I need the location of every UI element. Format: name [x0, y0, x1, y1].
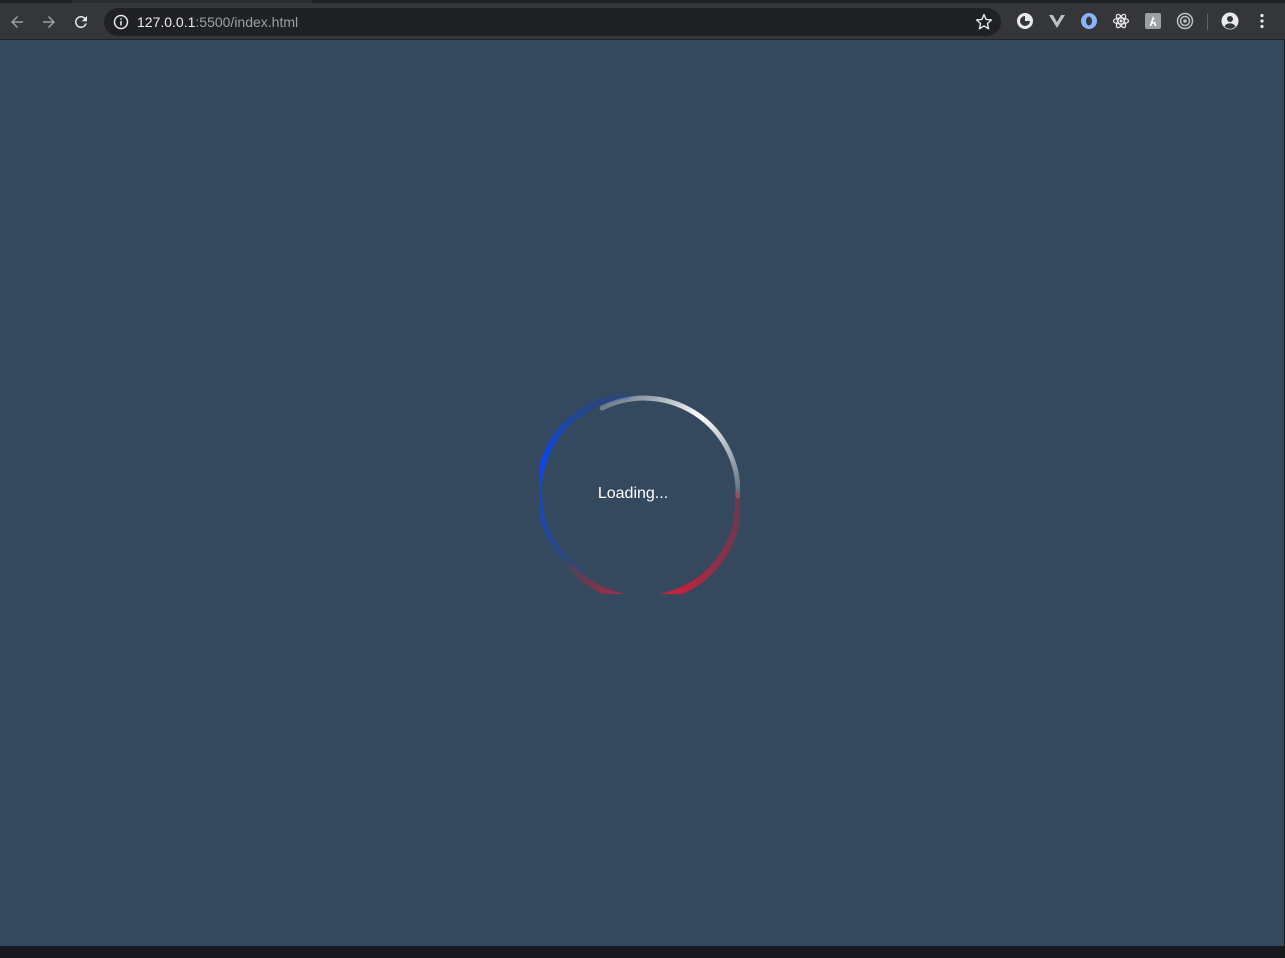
loading-label: Loading...: [597, 485, 669, 502]
url-host: 127.0.0.1: [137, 14, 196, 30]
reload-icon: [74, 15, 87, 28]
address-bar[interactable]: 127.0.0.1:5500/index.html: [104, 8, 1001, 36]
back-button[interactable]: [5, 10, 29, 34]
url-text[interactable]: 127.0.0.1:5500/index.html: [137, 14, 298, 30]
globe-extension-icon[interactable]: [1016, 12, 1034, 30]
info-icon[interactable]: [113, 14, 129, 30]
account-icon[interactable]: [1221, 12, 1239, 30]
a-extension-icon[interactable]: [1144, 12, 1162, 30]
forward-button[interactable]: [37, 10, 61, 34]
browser-toolbar: 127.0.0.1:5500/index.html: [0, 3, 1285, 40]
kebab-menu-icon[interactable]: [1253, 12, 1271, 30]
loading-spinner: Loading...: [540, 394, 740, 594]
bottom-edge: [0, 946, 1285, 958]
spinner-arc-white: [599, 395, 740, 499]
vue-devtools-icon[interactable]: [1048, 12, 1066, 30]
arrow-right-icon: [43, 16, 55, 28]
reload-button[interactable]: [69, 10, 93, 34]
arrow-left-icon: [11, 16, 23, 28]
url-path: :5500/index.html: [195, 14, 299, 30]
target-extension-icon[interactable]: [1176, 12, 1194, 30]
react-devtools-icon[interactable]: [1112, 12, 1130, 30]
spinner-arc-red: [566, 490, 740, 594]
circle-extension-icon[interactable]: [1080, 12, 1098, 30]
bookmark-star-icon[interactable]: [975, 13, 993, 31]
toolbar-divider: [1207, 14, 1208, 30]
